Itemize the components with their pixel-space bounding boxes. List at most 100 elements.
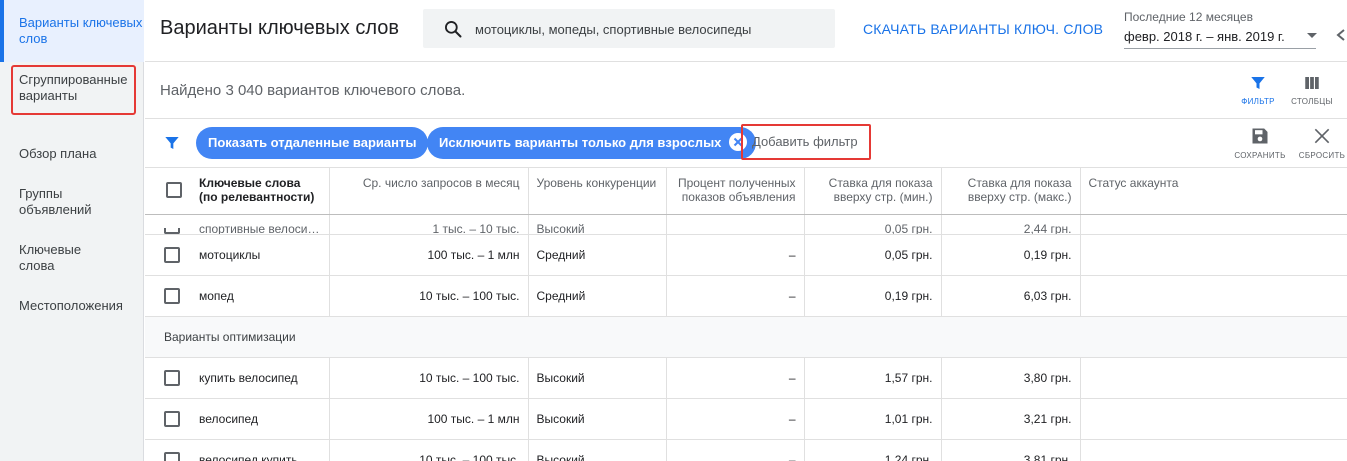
checkbox-cell <box>145 357 191 399</box>
table-row[interactable]: велосипед 100 тыс. – 1 млн Высокий – 1,0… <box>145 398 1347 440</box>
keyword-cell: мопед <box>191 275 330 317</box>
sidebar-item-label: Местоположения <box>19 298 123 313</box>
bid-low-cell: 1,24 грн. <box>804 439 942 461</box>
checkbox-cell <box>145 214 191 235</box>
chip-exclude-adult[interactable]: Исключить варианты только для взрослых <box>427 127 757 159</box>
row-checkbox[interactable] <box>164 451 180 461</box>
search-box[interactable]: мотоциклы, мопеды, спортивные велосипеды <box>423 9 835 48</box>
row-checkbox[interactable] <box>164 287 180 304</box>
save-icon <box>1252 128 1268 144</box>
row-checkbox[interactable] <box>164 369 180 386</box>
bid-high-cell: 3,81 грн. <box>941 439 1081 461</box>
sidebar-item-plan-overview[interactable]: Обзор плана <box>0 146 144 162</box>
table-row[interactable]: мопед 10 тыс. – 100 тыс. Средний – 0,19 … <box>145 275 1347 317</box>
column-header-bid-high[interactable]: Ставка для показа вверху стр. (макс.) <box>941 168 1081 215</box>
bid-low-cell: 0,05 грн. <box>804 234 942 276</box>
column-header-keyword[interactable]: Ключевые слова (по релевантности) <box>191 168 330 215</box>
filter-bar: Показать отдаленные варианты Исключить в… <box>145 119 1347 168</box>
sidebar-item-label: Обзор плана <box>19 146 97 161</box>
sidebar-item-ad-groups[interactable]: Группы объявлений <box>0 186 110 218</box>
sidebar-item-keyword-ideas[interactable]: Варианты ключевых слов <box>0 0 144 62</box>
columns-icon <box>1305 77 1319 89</box>
searches-cell: 10 тыс. – 100 тыс. <box>329 275 529 317</box>
row-checkbox[interactable] <box>164 227 180 233</box>
checkbox-cell <box>145 398 191 440</box>
searches-cell: 100 тыс. – 1 млн <box>329 234 529 276</box>
searches-cell: 1 тыс. – 10 тыс. <box>329 214 529 235</box>
sidebar-item-locations[interactable]: Местоположения <box>0 298 144 314</box>
competition-cell: Средний <box>528 234 667 276</box>
period-underline <box>1124 48 1316 49</box>
competition-cell: Высокий <box>528 214 667 235</box>
chip-label: Показать отдаленные варианты <box>208 135 417 150</box>
status-cell <box>1080 357 1347 399</box>
bid-high-cell: 0,19 грн. <box>941 234 1081 276</box>
column-header-account-status[interactable]: Статус аккаунта <box>1080 168 1347 215</box>
download-keyword-ideas-link[interactable]: СКАЧАТЬ ВАРИАНТЫ КЛЮЧ. СЛОВ <box>863 21 1103 37</box>
highlight-frame <box>11 65 136 115</box>
period-label: Последние 12 месяцев <box>1124 10 1253 24</box>
checkbox-cell <box>145 439 191 461</box>
keyword-table: Ключевые слова (по релевантности) Ср. чи… <box>145 168 1347 461</box>
filter-button-label: ФИЛЬТР <box>1241 97 1275 106</box>
status-cell <box>1080 214 1347 235</box>
chip-show-broad-ideas[interactable]: Показать отдаленные варианты <box>196 127 429 159</box>
filter-button[interactable]: ФИЛЬТР <box>1234 74 1282 106</box>
sidebar-item-label: Варианты ключевых слов <box>19 15 143 46</box>
reset-button[interactable]: СБРОСИТЬ <box>1294 126 1347 160</box>
impression-share-cell: – <box>666 357 805 399</box>
group-label: Варианты оптимизации <box>145 316 1347 358</box>
table-row[interactable]: велосипед купить 10 тыс. – 100 тыс. Высо… <box>145 439 1347 461</box>
period-select[interactable]: февр. 2018 г. – янв. 2019 г. <box>1124 29 1285 44</box>
select-all-checkbox[interactable] <box>165 182 182 198</box>
status-cell <box>1080 439 1347 461</box>
results-summary-bar: Найдено 3 040 вариантов ключевого слова.… <box>145 62 1347 119</box>
bid-low-cell: 0,19 грн. <box>804 275 942 317</box>
impression-share-cell <box>666 214 805 235</box>
column-header-impression-share[interactable]: Процент полученных показов объявления <box>666 168 805 215</box>
columns-button[interactable]: СТОЛБЦЫ <box>1288 74 1336 106</box>
status-cell <box>1080 275 1347 317</box>
results-count: Найдено 3 040 вариантов ключевого слова. <box>160 82 466 99</box>
search-input[interactable]: мотоциклы, мопеды, спортивные велосипеды <box>475 22 751 37</box>
column-header-searches[interactable]: Ср. число запросов в месяц <box>329 168 529 215</box>
table-row[interactable]: купить велосипед 10 тыс. – 100 тыс. Высо… <box>145 357 1347 399</box>
competition-cell: Высокий <box>528 398 667 440</box>
table-row[interactable]: спортивные велоси… 1 тыс. – 10 тыс. Высо… <box>145 214 1347 235</box>
filter-icon[interactable] <box>164 135 180 151</box>
keyword-cell: купить велосипед <box>191 357 330 399</box>
columns-button-label: СТОЛБЦЫ <box>1291 97 1333 106</box>
page-title: Варианты ключевых слов <box>160 17 399 39</box>
competition-cell: Высокий <box>528 357 667 399</box>
sidebar-item-keywords[interactable]: Ключевые слова <box>0 242 100 274</box>
competition-cell: Высокий <box>528 439 667 461</box>
group-header-row: Варианты оптимизации <box>145 316 1347 358</box>
select-all-cell <box>145 168 191 215</box>
header: Варианты ключевых слов мотоциклы, мопеды… <box>145 0 1347 62</box>
save-button[interactable]: СОХРАНИТЬ <box>1232 126 1288 160</box>
keyword-cell: велосипед купить <box>191 439 330 461</box>
chevron-left-icon[interactable] <box>1335 28 1347 42</box>
filter-icon <box>1251 77 1265 89</box>
bid-high-cell: 2,44 грн. <box>941 214 1081 235</box>
status-cell <box>1080 234 1347 276</box>
bid-high-cell: 3,21 грн. <box>941 398 1081 440</box>
column-header-competition[interactable]: Уровень конкуренции <box>528 168 667 215</box>
row-checkbox[interactable] <box>164 246 180 263</box>
impression-share-cell: – <box>666 439 805 461</box>
bid-low-cell: 1,01 грн. <box>804 398 942 440</box>
row-checkbox[interactable] <box>164 410 180 427</box>
add-filter-button[interactable]: Добавить фильтр <box>741 124 871 160</box>
keyword-cell: мотоциклы <box>191 234 330 276</box>
chevron-down-icon[interactable] <box>1307 33 1317 38</box>
column-header-bid-low[interactable]: Ставка для показа вверху стр. (мин.) <box>804 168 942 215</box>
keyword-cell: спортивные велоси… <box>191 214 330 235</box>
sidebar: Варианты ключевых слов Сгруппированные в… <box>0 0 144 461</box>
table-row[interactable]: мотоциклы 100 тыс. – 1 млн Средний – 0,0… <box>145 234 1347 276</box>
keyword-cell: велосипед <box>191 398 330 440</box>
checkbox-cell <box>145 275 191 317</box>
checkbox-cell <box>145 234 191 276</box>
search-icon <box>445 21 462 38</box>
bid-low-cell: 1,57 грн. <box>804 357 942 399</box>
bid-high-cell: 3,80 грн. <box>941 357 1081 399</box>
